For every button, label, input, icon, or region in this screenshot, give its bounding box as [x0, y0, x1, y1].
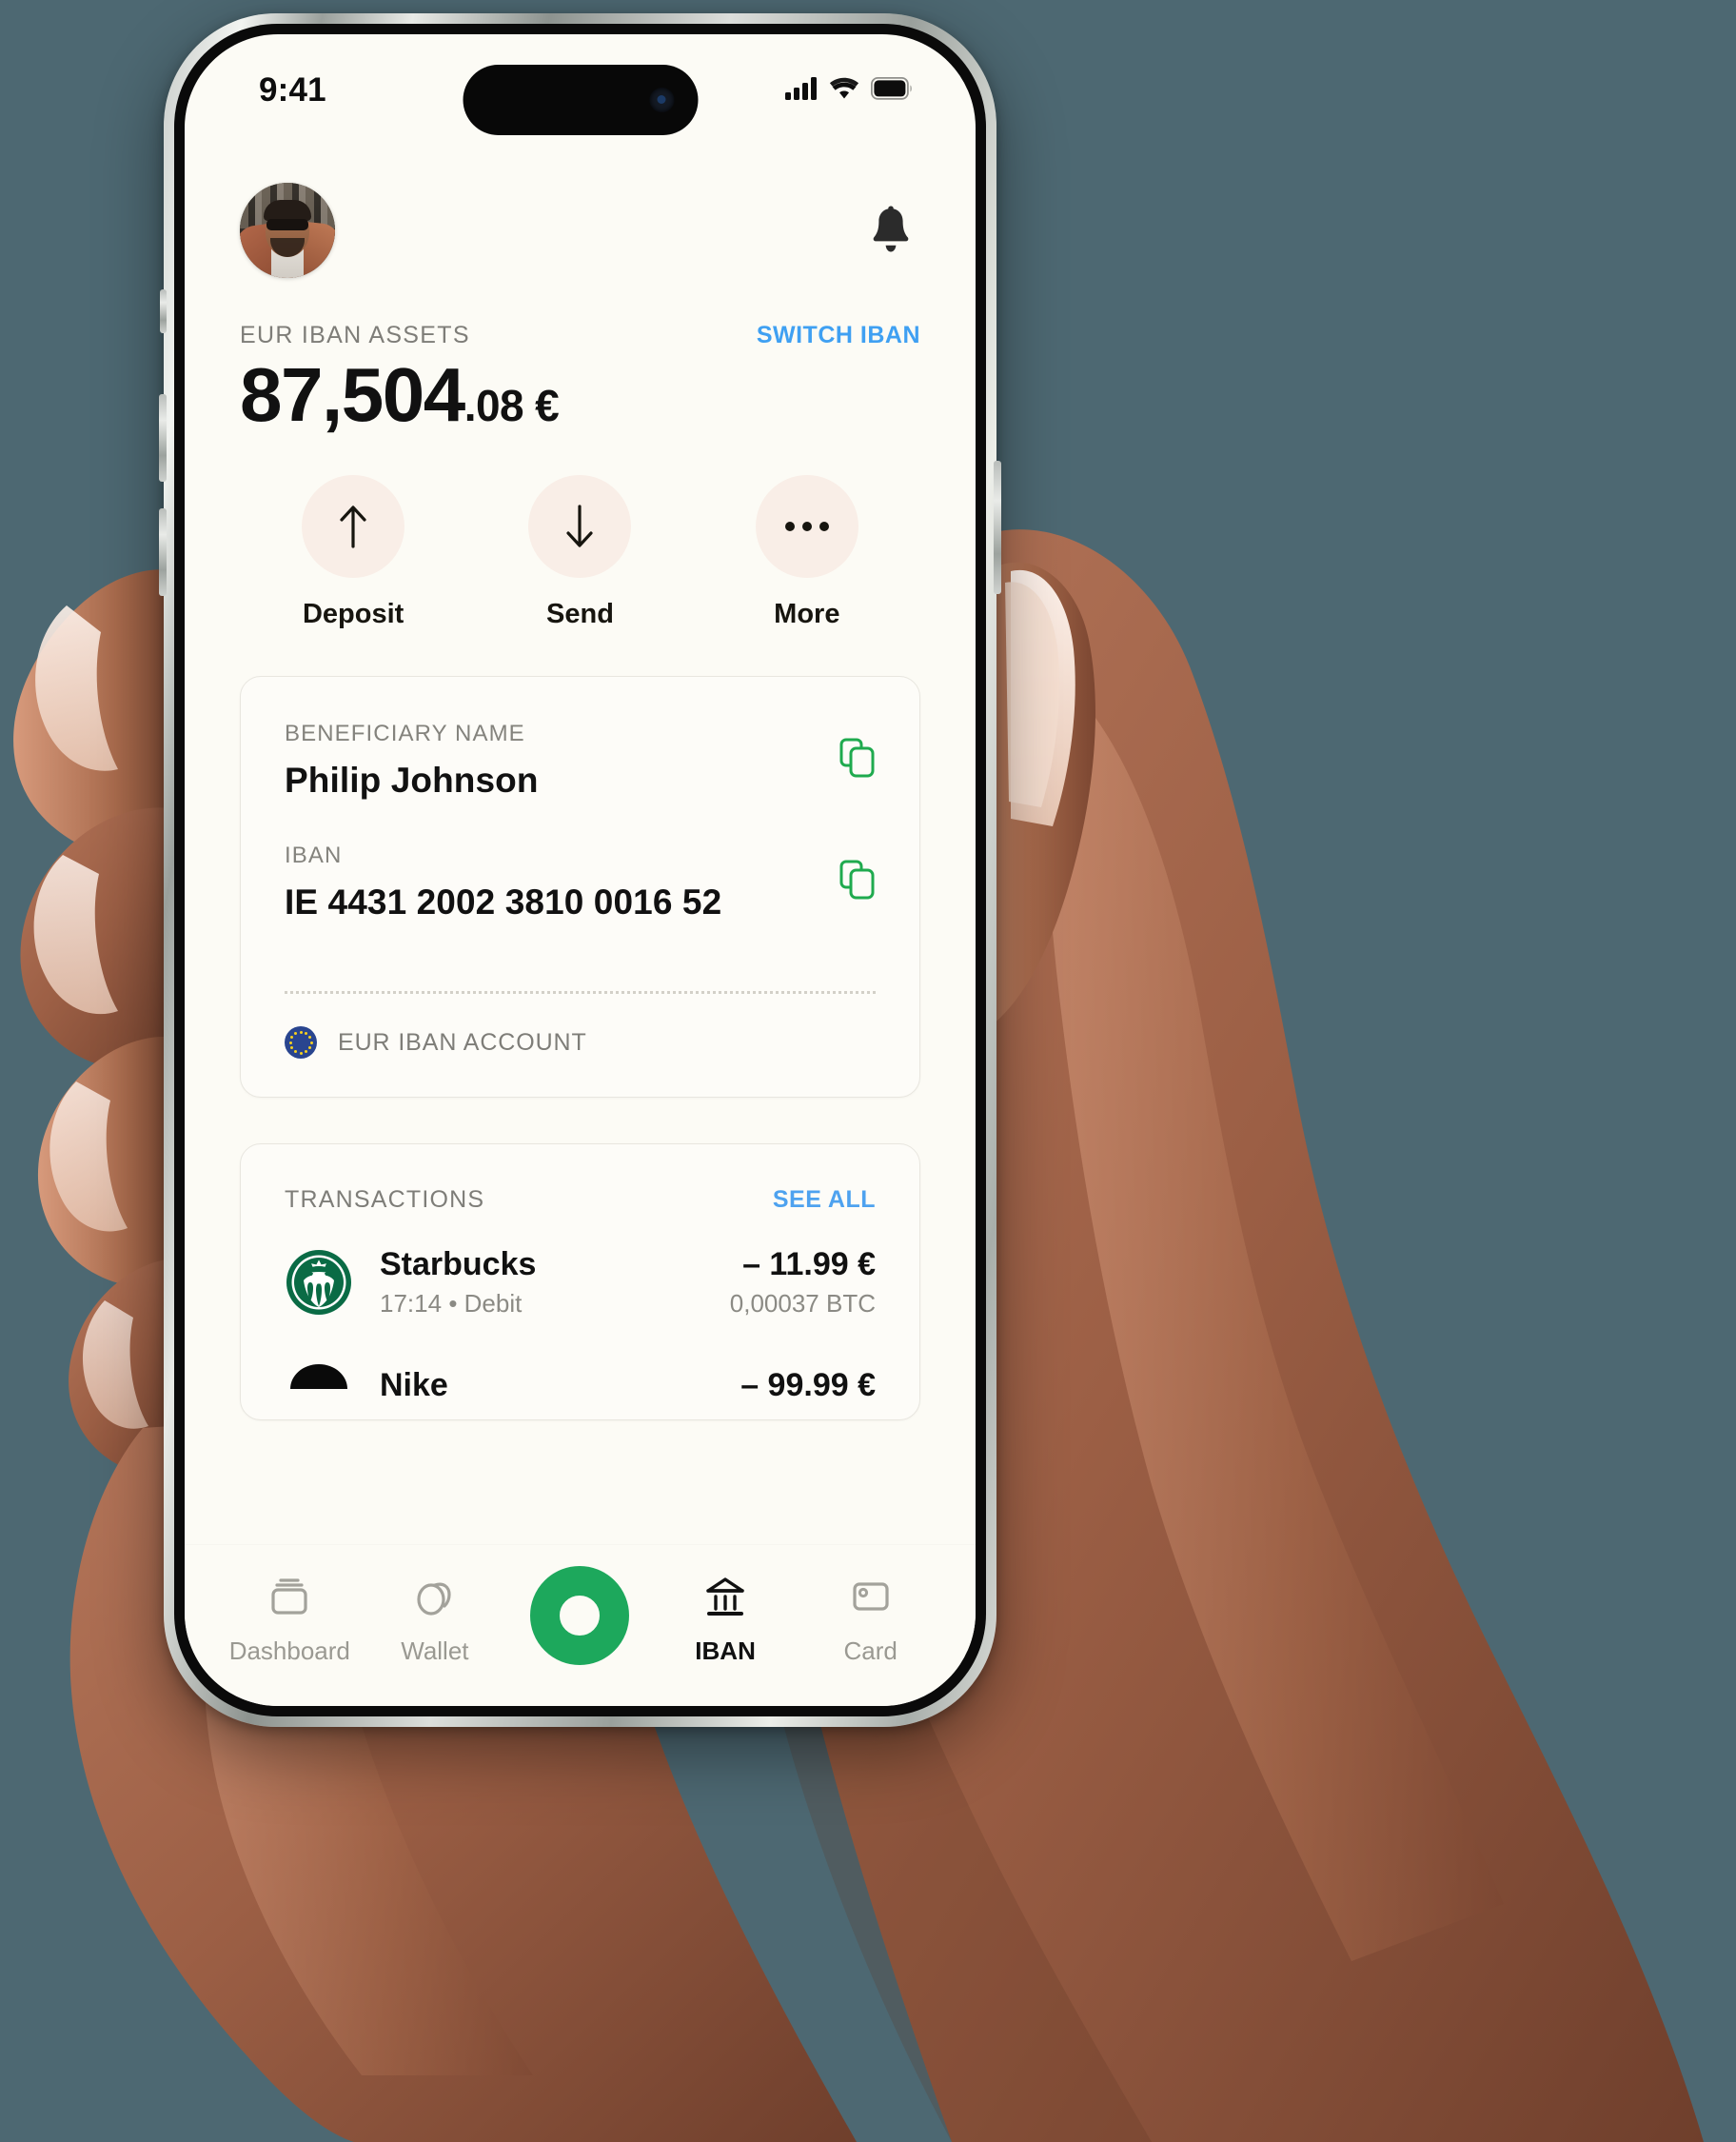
silence-switch[interactable]: [160, 289, 167, 333]
deposit-label: Deposit: [302, 599, 404, 629]
ellipsis-icon: [755, 475, 858, 578]
phone-screen: 9:41 EUR IBAN ASSETS SWITCH IBAN 87,504 …: [185, 34, 976, 1706]
beneficiary-value: Philip Johnson: [285, 761, 539, 800]
more-label: More: [774, 599, 840, 629]
nav-label-dashboard: Dashboard: [228, 1636, 350, 1665]
arrow-down-icon: [528, 475, 632, 578]
transaction-meta: 17:14 • Debit: [380, 1289, 703, 1319]
copy-iban-button[interactable]: [839, 843, 876, 904]
deposit-button[interactable]: Deposit: [240, 475, 466, 630]
account-type-row: EUR IBAN ACCOUNT: [241, 994, 919, 1097]
wifi-icon: [829, 77, 859, 105]
balance-amount: 87,504 .08 €: [240, 355, 920, 435]
signal-bars-icon: [785, 76, 818, 105]
transaction-amount: – 11.99 €: [742, 1246, 876, 1282]
copy-beneficiary-button[interactable]: [839, 721, 876, 783]
nike-logo: [285, 1351, 353, 1419]
merchant-name: Starbucks: [380, 1246, 537, 1282]
balance-integer: 87,504: [240, 352, 465, 437]
transaction-time: 17:14: [380, 1289, 443, 1318]
transactions-title: TRANSACTIONS: [285, 1186, 485, 1213]
avatar[interactable]: [240, 183, 335, 278]
table-row[interactable]: Starbucks 17:14 • Debit – 11.99 € 0,0003…: [241, 1214, 919, 1319]
app-content: EUR IBAN ASSETS SWITCH IBAN 87,504 .08 €: [185, 147, 976, 1636]
status-indicators: [785, 76, 913, 105]
status-time: 9:41: [259, 71, 326, 109]
nav-item-card[interactable]: Card: [799, 1566, 942, 1666]
power-button[interactable]: [994, 461, 1001, 594]
phone-bezel: 9:41 EUR IBAN ASSETS SWITCH IBAN 87,504 …: [174, 24, 986, 1716]
app-logo-o-button[interactable]: [508, 1566, 651, 1665]
dynamic-island: [463, 65, 698, 135]
nav-label-card: Card: [843, 1636, 898, 1665]
nav-label-iban: IBAN: [695, 1636, 756, 1665]
see-all-link[interactable]: SEE ALL: [773, 1186, 876, 1214]
iban-value: IE 4431 2002 3810 0016 52: [285, 883, 722, 922]
nav-item-wallet[interactable]: Wallet: [364, 1566, 506, 1666]
card-icon: [845, 1566, 897, 1627]
phone-device: 9:41 EUR IBAN ASSETS SWITCH IBAN 87,504 …: [159, 13, 1001, 1727]
iban-label: IBAN: [285, 843, 343, 868]
o-logo-icon: [530, 1566, 630, 1665]
transaction-type: Debit: [464, 1289, 523, 1318]
nav-item-iban[interactable]: IBAN: [654, 1566, 797, 1666]
nav-item-dashboard[interactable]: Dashboard: [218, 1566, 361, 1666]
bottom-navigation: Dashboard Wallet IBAN Card: [185, 1544, 976, 1706]
table-row[interactable]: Nike – 99.99 €: [241, 1319, 919, 1419]
transactions-card: TRANSACTIONS SEE ALL Starbucks 17:14 • D…: [240, 1143, 920, 1420]
starbucks-logo: [285, 1248, 353, 1317]
meta-separator: •: [448, 1289, 458, 1318]
balance-label: EUR IBAN ASSETS: [240, 322, 470, 348]
send-label: Send: [546, 599, 614, 629]
bell-icon[interactable]: [861, 201, 920, 260]
transaction-amount: – 99.99 €: [740, 1366, 876, 1403]
battery-icon: [870, 76, 913, 105]
balance-section: EUR IBAN ASSETS SWITCH IBAN 87,504 .08 €: [185, 278, 976, 435]
volume-up-button[interactable]: [159, 394, 167, 482]
account-type-label: EUR IBAN ACCOUNT: [338, 1028, 587, 1056]
switch-iban-link[interactable]: SWITCH IBAN: [757, 322, 920, 349]
dashboard-icon: [264, 1566, 315, 1627]
more-button[interactable]: More: [694, 475, 920, 630]
copy-icon: [839, 860, 876, 903]
beneficiary-label: BENEFICIARY NAME: [285, 721, 525, 746]
merchant-name: Nike: [380, 1366, 448, 1403]
wallet-icon: [409, 1566, 461, 1627]
balance-currency: €: [535, 381, 560, 430]
transaction-crypto-amount: 0,00037 BTC: [729, 1289, 876, 1318]
arrow-up-icon: [302, 475, 405, 578]
front-camera-icon: [649, 88, 674, 112]
bank-icon: [700, 1566, 751, 1627]
volume-down-button[interactable]: [159, 508, 167, 596]
beneficiary-field: BENEFICIARY NAME Philip Johnson: [285, 721, 876, 801]
nav-label-wallet: Wallet: [401, 1636, 469, 1665]
send-button[interactable]: Send: [466, 475, 693, 630]
quick-actions: Deposit Send More: [185, 435, 976, 630]
balance-decimal: .08: [464, 381, 524, 430]
eu-flag-icon: [285, 1026, 317, 1059]
copy-icon: [839, 738, 876, 782]
iban-details-card: BENEFICIARY NAME Philip Johnson IBAN IE …: [240, 676, 920, 1098]
app-header: [185, 147, 976, 278]
iban-field: IBAN IE 4431 2002 3810 0016 52: [285, 843, 876, 922]
